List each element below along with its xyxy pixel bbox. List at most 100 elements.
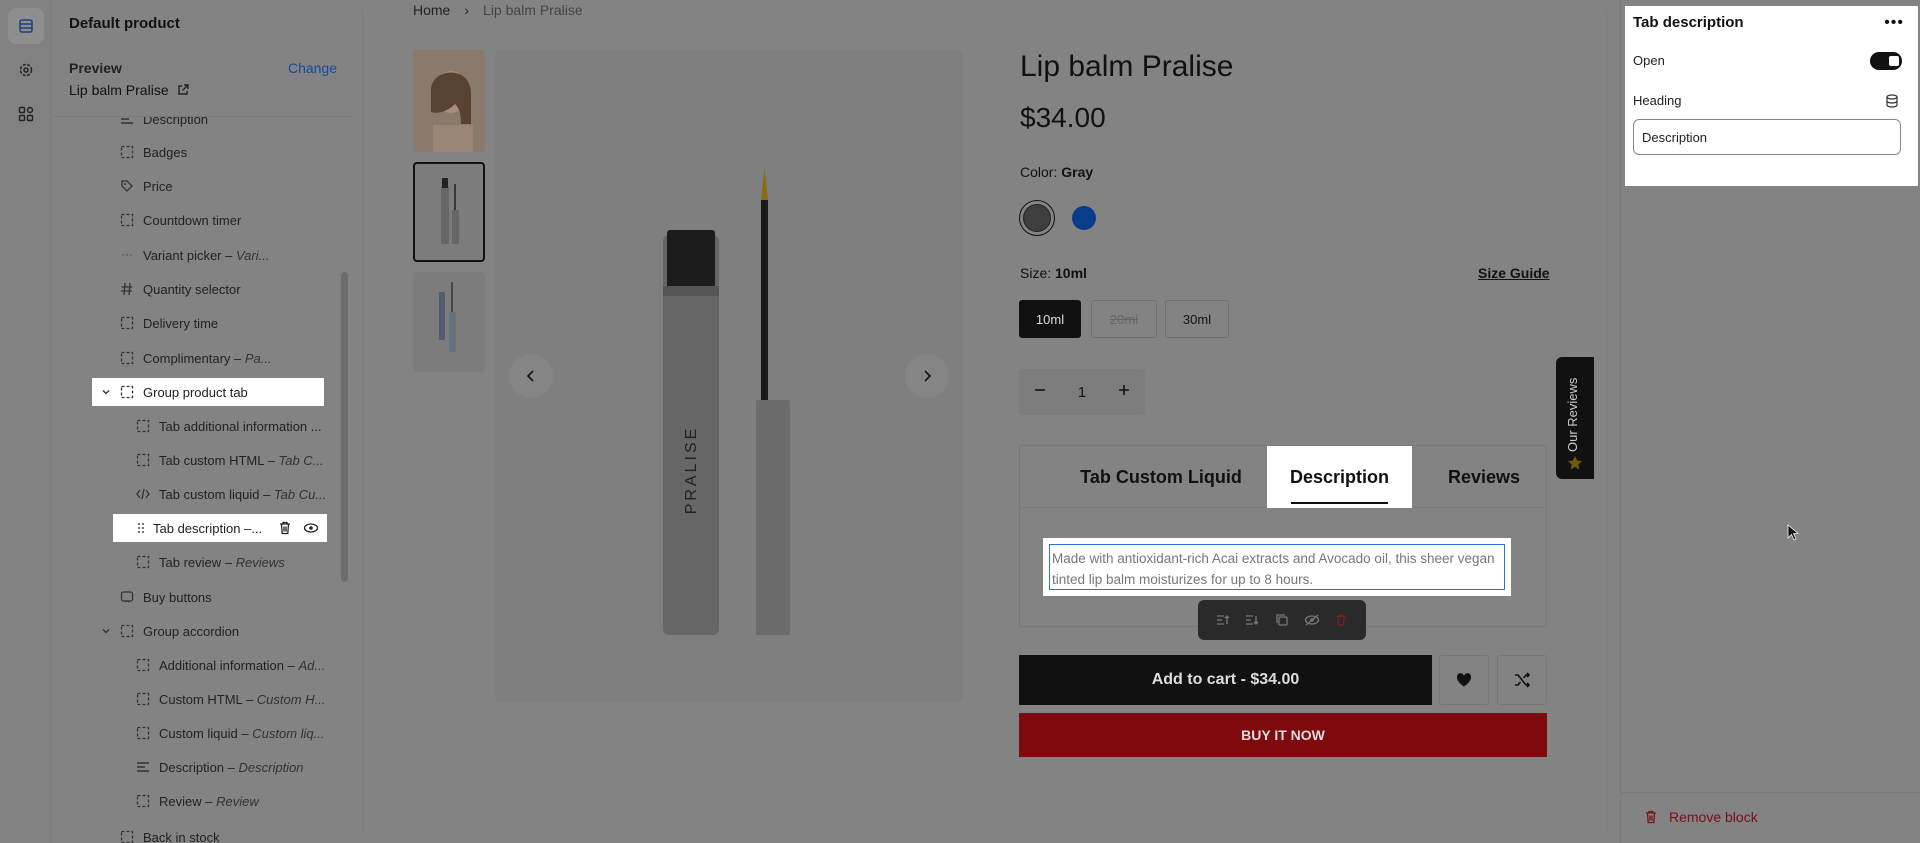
panel-title: Tab description: [1633, 14, 1744, 31]
active-tab-underline: [1291, 502, 1388, 504]
swatch-gray[interactable]: [1019, 200, 1055, 236]
change-preview-link[interactable]: Change: [288, 60, 337, 76]
thumbnail-tube-selected[interactable]: [413, 162, 485, 262]
tree-item-buy-buttons[interactable]: Buy buttons: [119, 583, 343, 611]
tree-item-tab-description[interactable]: Tab description –...: [113, 514, 327, 542]
tab-custom-liquid[interactable]: Tab Custom Liquid: [1040, 446, 1282, 508]
next-image-button[interactable]: [905, 354, 949, 398]
tree-item-delivery-time[interactable]: Delivery time: [119, 309, 343, 337]
tree-item-back-in-stock[interactable]: Back in stock: [119, 823, 343, 843]
block-tree: Description Badges Price Countdown timer…: [53, 117, 343, 843]
buy-it-now-button[interactable]: BUY IT NOW: [1019, 713, 1547, 757]
description-content: Made with antioxidant-rich Acai extracts…: [1043, 538, 1511, 596]
dynamic-source-icon[interactable]: [1884, 93, 1900, 109]
tree-item-countdown-timer[interactable]: Countdown timer: [119, 206, 343, 234]
tree-item-quantity-selector[interactable]: Quantity selector: [119, 275, 343, 303]
chevron-down-icon[interactable]: [100, 386, 112, 398]
tree-item-review[interactable]: Review – Review: [135, 787, 343, 815]
tree-item-complimentary[interactable]: Complimentary – Pa...: [119, 344, 343, 372]
size-option-20ml[interactable]: 20ml: [1091, 300, 1157, 338]
size-option-10ml[interactable]: 10ml: [1019, 300, 1081, 338]
our-reviews-tab[interactable]: Our Reviews: [1556, 357, 1594, 479]
divider: [1621, 792, 1920, 793]
icon-rail: [0, 0, 52, 843]
plus-icon[interactable]: [1117, 383, 1131, 401]
preview-product-link[interactable]: Lip balm Pralise: [69, 82, 189, 98]
breadcrumb-current: Lip balm Pralise: [483, 2, 583, 18]
compare-button[interactable]: [1497, 655, 1547, 705]
block-icon: [135, 554, 151, 570]
variant-icon: [119, 247, 135, 263]
star-icon: [1568, 456, 1582, 470]
tree-item-group-accordion[interactable]: Group accordion: [92, 617, 343, 645]
sidebar-scrollbar[interactable]: [341, 272, 348, 582]
product-title: Lip balm Pralise: [1020, 50, 1234, 83]
hide-icon[interactable]: [1304, 612, 1320, 628]
trash-icon: [1646, 810, 1656, 824]
our-reviews-label: Our Reviews: [1565, 377, 1580, 452]
apps-icon[interactable]: [16, 104, 36, 124]
breadcrumb: Home › Lip balm Pralise: [413, 2, 583, 18]
block-icon: [119, 623, 135, 639]
quantity-stepper: 1: [1019, 369, 1145, 415]
add-to-cart-button[interactable]: Add to cart - $34.00: [1019, 655, 1432, 705]
thumbnail-blue-tube[interactable]: [413, 272, 485, 372]
preview-label: Preview: [69, 60, 122, 76]
settings-icon[interactable]: [16, 60, 36, 80]
move-down-icon[interactable]: [1244, 612, 1260, 628]
size-option-30ml[interactable]: 30ml: [1165, 300, 1229, 338]
eye-icon[interactable]: [303, 520, 319, 536]
product-price: $34.00: [1020, 102, 1106, 133]
tree-item-description[interactable]: Description: [119, 117, 343, 133]
tree-item-tab-custom-html[interactable]: Tab custom HTML – Tab C...: [135, 446, 343, 474]
tree-item-accordion-description[interactable]: Description – Description: [135, 753, 343, 781]
block-icon: [135, 452, 151, 468]
text-lines-icon: [135, 759, 151, 775]
tree-item-group-product-tab[interactable]: Group product tab: [92, 378, 324, 406]
sections-sidebar: Default product Preview Change Lip balm …: [53, 0, 353, 843]
tab-reviews[interactable]: Reviews: [1420, 446, 1548, 508]
swatch-blue[interactable]: [1072, 206, 1096, 230]
delete-icon[interactable]: [1333, 612, 1349, 628]
open-label: Open: [1633, 53, 1665, 68]
block-settings-panel: Tab description ••• Open Heading Descrip…: [1620, 0, 1920, 843]
chevron-down-icon[interactable]: [100, 625, 112, 637]
duplicate-icon[interactable]: [1274, 612, 1290, 628]
block-icon: [119, 212, 135, 228]
quantity-value[interactable]: 1: [1078, 384, 1086, 401]
block-icon: [135, 657, 151, 673]
tree-item-additional-information[interactable]: Additional information – Ad...: [135, 651, 343, 679]
thumbnail-model[interactable]: [413, 50, 485, 152]
open-toggle[interactable]: [1870, 52, 1902, 70]
code-icon: [135, 486, 151, 502]
drag-handle-icon[interactable]: [133, 520, 149, 536]
move-up-icon[interactable]: [1215, 612, 1231, 628]
block-icon: [119, 384, 135, 400]
wishlist-button[interactable]: [1439, 655, 1489, 705]
breadcrumb-home[interactable]: Home: [413, 2, 450, 18]
block-icon: [119, 829, 135, 843]
minus-icon[interactable]: [1033, 383, 1047, 401]
prev-image-button[interactable]: [509, 354, 553, 398]
description-text[interactable]: Made with antioxidant-rich Acai extracts…: [1049, 544, 1505, 590]
shuffle-icon: [1515, 672, 1531, 688]
template-title: Default product: [69, 15, 180, 32]
tab-description[interactable]: Description: [1267, 446, 1412, 508]
tree-item-tab-additional-information[interactable]: Tab additional information ...: [135, 412, 343, 440]
more-options-icon[interactable]: •••: [1884, 14, 1904, 32]
trash-icon[interactable]: [277, 520, 293, 536]
tree-item-tab-review[interactable]: Tab review – Reviews: [135, 548, 343, 576]
heading-input[interactable]: Description: [1633, 119, 1901, 155]
tree-item-variant-picker[interactable]: Variant picker – Vari...: [119, 241, 343, 269]
heading-label: Heading: [1633, 93, 1682, 108]
tree-item-custom-html[interactable]: Custom HTML – Custom H...: [135, 685, 343, 713]
sections-icon[interactable]: [8, 8, 44, 44]
remove-block-button[interactable]: Remove block: [1643, 809, 1758, 825]
external-link-icon: [177, 84, 189, 95]
tree-item-custom-liquid[interactable]: Custom liquid – Custom liq...: [135, 719, 343, 747]
size-guide-link[interactable]: Size Guide: [1478, 265, 1550, 281]
chevron-left-icon: [526, 370, 534, 382]
tree-item-badges[interactable]: Badges: [119, 138, 343, 166]
tree-item-tab-custom-liquid[interactable]: Tab custom liquid – Tab Cu...: [135, 480, 343, 508]
tree-item-price[interactable]: Price: [119, 172, 343, 200]
